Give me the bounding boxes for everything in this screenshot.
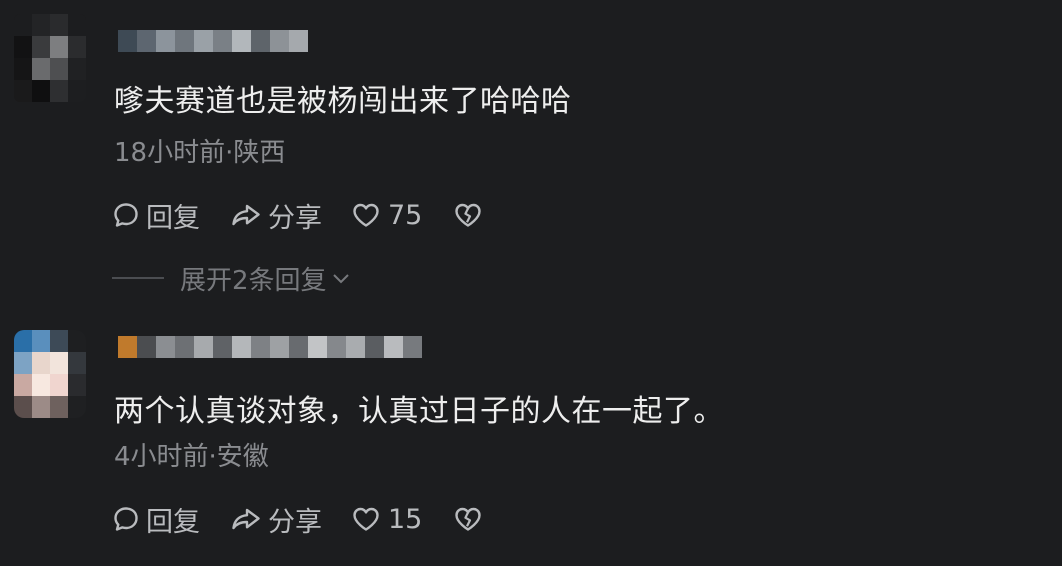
comment-actions: 回复 分享 75 [112, 196, 482, 235]
reply-label: 回复 [146, 506, 200, 538]
reply-button[interactable]: 回复 [112, 500, 200, 539]
dislike-button[interactable] [454, 202, 482, 228]
broken-heart-icon [455, 203, 482, 227]
reply-button[interactable]: 回复 [112, 196, 200, 235]
expand-replies-label: 展开2条回复 [180, 265, 327, 296]
heart-icon [353, 203, 379, 227]
broken-heart-icon [455, 507, 482, 531]
comment-text: 两个认真谈对象，认真过日子的人在一起了。 [114, 394, 724, 429]
divider-line [112, 277, 164, 279]
share-icon [232, 204, 260, 226]
share-button[interactable]: 分享 [230, 196, 322, 235]
share-label: 分享 [268, 202, 322, 234]
username-blurred[interactable] [118, 336, 422, 358]
heart-icon [353, 507, 379, 531]
like-button[interactable]: 75 [352, 200, 422, 231]
avatar[interactable] [14, 14, 86, 102]
avatar[interactable] [14, 330, 86, 418]
username-blurred[interactable] [118, 30, 308, 52]
expand-replies-button[interactable]: 展开2条回复 [112, 262, 351, 296]
comment-icon [114, 203, 138, 227]
like-count: 15 [388, 503, 423, 535]
comment-meta: 18小时前·陕西 [114, 138, 286, 168]
dislike-button[interactable] [454, 506, 482, 532]
like-button[interactable]: 15 [352, 504, 422, 535]
like-count: 75 [388, 199, 423, 231]
share-label: 分享 [268, 506, 322, 538]
share-icon [232, 508, 260, 530]
comment-icon [114, 507, 138, 531]
comment-meta: 4小时前·安徽 [114, 442, 269, 472]
share-button[interactable]: 分享 [230, 500, 322, 539]
reply-label: 回复 [146, 202, 200, 234]
comment-actions: 回复 分享 15 [112, 500, 482, 539]
comment-text: 嗲夫赛道也是被杨闯出来了哈哈哈 [114, 84, 572, 119]
chevron-down-icon [332, 274, 349, 284]
